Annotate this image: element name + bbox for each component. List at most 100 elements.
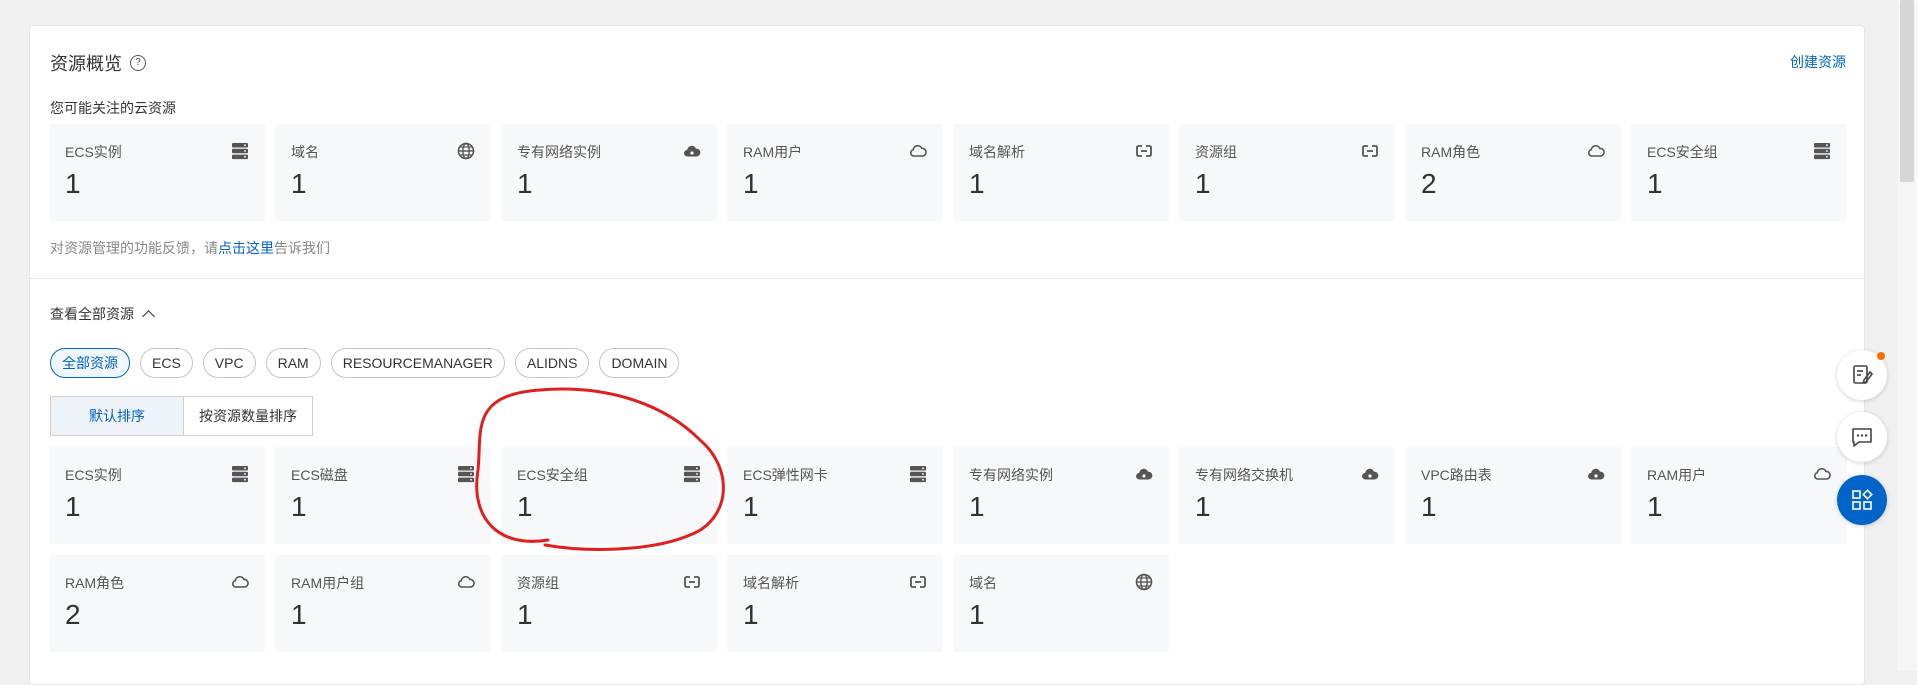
resource-card-count: 1 [743, 599, 759, 630]
feedback-prefix: 对资源管理的功能反馈，请 [50, 240, 218, 256]
resource-card-label: RAM用户 [743, 144, 803, 160]
overview-card-list: ECS实例 1 域名 1 专有网络实例 1 RAM用户 1 域名解析 1 资源组 1 RAM角色 2 ECS… [49, 124, 1847, 221]
resource-card-count: 1 [969, 168, 985, 199]
cloud-filled-icon [1587, 465, 1605, 483]
filter-tag[interactable]: RESOURCEMANAGER [330, 348, 505, 378]
help-icon[interactable]: ? [130, 55, 146, 71]
resource-card[interactable]: VPC路由表 1 [1405, 447, 1621, 544]
resource-card[interactable]: RAM用户 1 [727, 124, 943, 221]
filter-tag[interactable]: DOMAIN [599, 348, 680, 378]
resource-card-count: 1 [291, 168, 307, 199]
link-icon [1135, 142, 1153, 160]
resource-card[interactable]: 域名解析 1 [727, 555, 943, 652]
resource-card-label: 资源组 [1195, 144, 1237, 160]
notification-dot [1877, 352, 1885, 360]
resource-card[interactable]: ECS安全组 1 [1631, 124, 1847, 221]
server-icon [1813, 142, 1831, 160]
resource-card-label: 专有网络实例 [969, 467, 1053, 483]
resource-panel: 资源概览 ? 创建资源 您可能关注的云资源 ECS实例 1 域名 1 专有网络实例 1 RA… [29, 25, 1865, 685]
focus-resources-subtitle: 您可能关注的云资源 [50, 100, 176, 116]
resource-card-label: RAM用户 [1647, 467, 1707, 483]
cloud-outline-icon [1587, 142, 1605, 160]
resource-card[interactable]: ECS磁盘 1 [275, 447, 491, 544]
sort-default-button[interactable]: 默认排序 [50, 396, 184, 436]
resource-card[interactable]: ECS实例 1 [49, 124, 265, 221]
apps-grid-icon [1852, 489, 1873, 510]
resource-card[interactable]: ECS实例 1 [49, 447, 265, 544]
resource-card-count: 1 [1647, 491, 1663, 522]
cloud-outline-icon [909, 142, 927, 160]
chat-float-button[interactable] [1837, 412, 1887, 462]
resource-card[interactable]: ECS安全组 1 [501, 447, 717, 544]
all-resources-row-1: ECS实例 1 ECS磁盘 1 ECS安全组 1 ECS弹性网卡 1 专有网络实例 1 专有网络交换… [49, 447, 1847, 544]
feedback-float-button[interactable] [1837, 350, 1887, 400]
filter-tag[interactable]: 全部资源 [50, 348, 130, 378]
resource-card-label: ECS安全组 [517, 467, 588, 483]
resource-card[interactable]: RAM用户组 1 [275, 555, 491, 652]
all-resources-row-2: RAM角色 2 RAM用户组 1 资源组 1 域名解析 1 域名 1 [49, 555, 1169, 652]
resource-type-filter: 全部资源 ECS VPC RAM RESOURCEMANAGER ALIDNS DOMAIN [50, 348, 680, 378]
resource-card[interactable]: ECS弹性网卡 1 [727, 447, 943, 544]
server-icon [457, 465, 475, 483]
cloud-outline-icon [457, 573, 475, 591]
apps-float-button[interactable] [1837, 475, 1887, 525]
cloud-filled-icon [683, 142, 701, 160]
all-resources-title: 查看全部资源 [50, 306, 134, 322]
resource-card-count: 1 [743, 491, 759, 522]
page-scrollbar[interactable] [1897, 0, 1917, 671]
resource-card-count: 1 [1195, 491, 1211, 522]
resource-card-label: VPC路由表 [1421, 467, 1492, 483]
resource-card-count: 2 [65, 599, 81, 630]
resource-card-label: ECS实例 [65, 144, 122, 160]
sort-by-count-button[interactable]: 按资源数量排序 [184, 396, 313, 436]
resource-card[interactable]: 域名解析 1 [953, 124, 1169, 221]
resource-card-label: 专有网络实例 [517, 144, 601, 160]
resource-card[interactable]: 专有网络实例 1 [501, 124, 717, 221]
resource-card[interactable]: 域名 1 [275, 124, 491, 221]
resource-card-label: 域名解析 [969, 144, 1025, 160]
create-resource-link[interactable]: 创建资源 [1790, 52, 1846, 72]
resource-card-label: RAM用户组 [291, 575, 365, 591]
resource-card-count: 1 [291, 599, 307, 630]
scrollbar-thumb[interactable] [1900, 0, 1914, 182]
resource-card-label: ECS实例 [65, 467, 122, 483]
resource-card[interactable]: 域名 1 [953, 555, 1169, 652]
filter-tag[interactable]: RAM [265, 348, 321, 378]
resource-card-count: 1 [65, 168, 81, 199]
filter-tag[interactable]: ECS [140, 348, 193, 378]
resource-card-label: ECS安全组 [1647, 144, 1718, 160]
resource-card-label: 域名 [969, 575, 997, 591]
server-icon [231, 142, 249, 160]
server-icon [909, 465, 927, 483]
resource-card[interactable]: 资源组 1 [501, 555, 717, 652]
resource-card-count: 1 [517, 168, 533, 199]
all-resources-toggle[interactable]: 查看全部资源 [50, 304, 155, 324]
cloud-outline-icon [231, 573, 249, 591]
resource-card[interactable]: 资源组 1 [1179, 124, 1395, 221]
resource-card-label: 域名解析 [743, 575, 799, 591]
resource-card-count: 2 [1421, 168, 1437, 199]
resource-card-count: 1 [743, 168, 759, 199]
filter-tag[interactable]: ALIDNS [514, 348, 590, 378]
cloud-filled-icon [1135, 465, 1153, 483]
sort-toggle: 默认排序 按资源数量排序 [50, 396, 313, 436]
resource-card[interactable]: RAM用户 1 [1631, 447, 1847, 544]
overview-header: 资源概览 ? [50, 50, 146, 76]
chat-bubble-icon [1852, 428, 1872, 447]
resource-card[interactable]: RAM角色 2 [49, 555, 265, 652]
resource-card-count: 1 [517, 599, 533, 630]
resource-card-label: 资源组 [517, 575, 559, 591]
resource-card[interactable]: 专有网络实例 1 [953, 447, 1169, 544]
resource-card-count: 1 [969, 491, 985, 522]
cloud-outline-icon [1813, 465, 1831, 483]
cloud-filled-icon [1361, 465, 1379, 483]
feedback-suffix: 告诉我们 [274, 240, 330, 256]
chevron-up-icon [142, 309, 155, 323]
resource-card[interactable]: 专有网络交换机 1 [1179, 447, 1395, 544]
resource-card-count: 1 [969, 599, 985, 630]
resource-card[interactable]: RAM角色 2 [1405, 124, 1621, 221]
filter-tag[interactable]: VPC [202, 348, 256, 378]
feedback-link[interactable]: 点击这里 [218, 240, 274, 256]
globe-icon [1135, 573, 1153, 591]
resource-card-label: ECS弹性网卡 [743, 467, 828, 483]
